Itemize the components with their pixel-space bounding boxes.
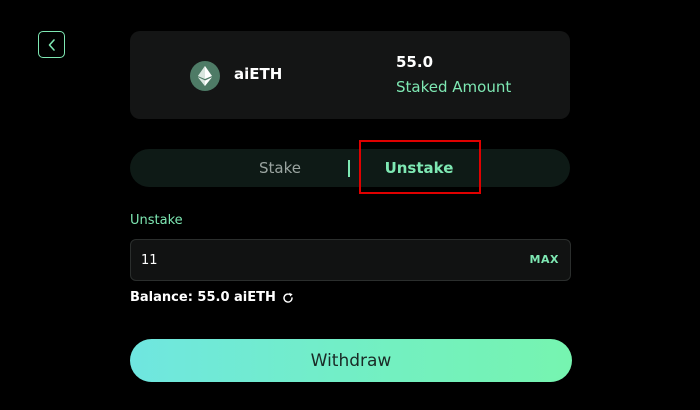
tab-stake[interactable]: Stake [240, 149, 320, 187]
withdraw-button[interactable]: Withdraw [130, 339, 572, 382]
refresh-icon[interactable] [282, 292, 294, 304]
tab-unstake[interactable]: Unstake [376, 149, 462, 187]
amount-input-container: MAX [130, 239, 571, 281]
max-button[interactable]: MAX [530, 240, 559, 280]
chevron-left-icon [48, 38, 55, 51]
token-card: aiETH 55.0 Staked Amount [130, 31, 570, 119]
ethereum-icon [190, 61, 220, 91]
back-button[interactable] [38, 31, 65, 58]
token-name: aiETH [234, 65, 283, 83]
staked-amount-label: Staked Amount [396, 78, 512, 96]
staked-amount-value: 55.0 [396, 53, 434, 71]
stake-unstake-tabs: Stake Unstake [130, 149, 570, 187]
tab-divider [348, 160, 350, 177]
balance-text: Balance: 55.0 aiETH [130, 290, 276, 305]
balance-row: Balance: 55.0 aiETH [130, 290, 294, 305]
unstake-field-label: Unstake [130, 213, 183, 228]
unstake-amount-input[interactable] [141, 240, 501, 280]
unstake-page: aiETH 55.0 Staked Amount Stake Unstake U… [0, 0, 700, 410]
